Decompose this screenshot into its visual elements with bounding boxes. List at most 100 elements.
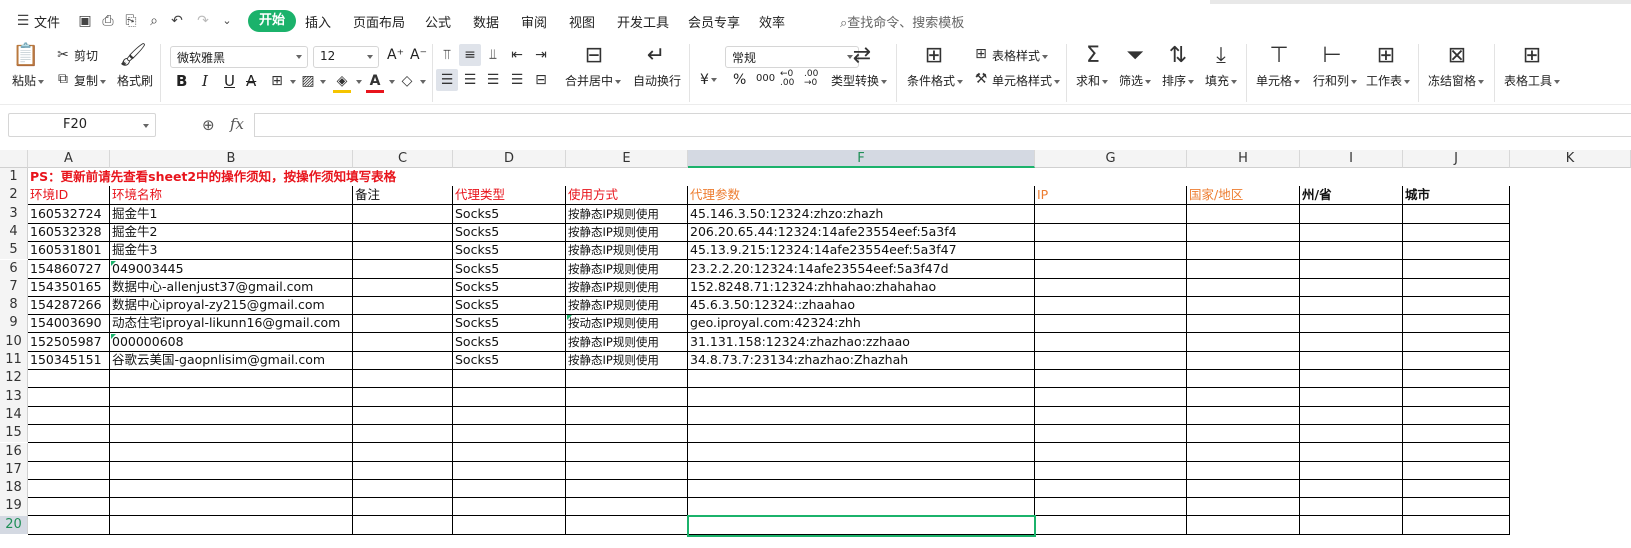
cell-e2[interactable]: 使用方式	[566, 186, 688, 206]
align-left-icon[interactable]: ☰	[438, 71, 456, 89]
cell-e17[interactable]	[566, 460, 688, 480]
cell-c14[interactable]	[353, 405, 453, 425]
sort-button[interactable]: 排序	[1162, 72, 1195, 89]
cell-g15[interactable]	[1035, 424, 1187, 444]
row-header-1[interactable]: 1	[0, 168, 28, 187]
file-menu[interactable]: 文件	[34, 12, 60, 31]
tab-developer[interactable]: 开发工具	[617, 12, 669, 31]
align-middle-icon[interactable]: ≡	[461, 46, 479, 64]
redo-icon[interactable]: ↷	[194, 12, 212, 30]
cell-g14[interactable]	[1035, 405, 1187, 425]
cell-a14[interactable]	[28, 405, 110, 425]
increase-decimal-icon[interactable]: ←0.00	[780, 70, 794, 88]
type-convert-button[interactable]: 类型转换	[831, 72, 888, 89]
conditional-format-button[interactable]: 条件格式	[907, 72, 964, 89]
cell-c6[interactable]	[353, 259, 453, 279]
cell-a17[interactable]	[28, 460, 110, 480]
cell-j8[interactable]	[1403, 296, 1510, 316]
cell-b15[interactable]	[110, 424, 353, 444]
cell-d10[interactable]: Socks5	[453, 332, 566, 352]
format-painter-icon[interactable]: 🖌	[119, 44, 147, 68]
cell-a9[interactable]: 154003690	[28, 314, 110, 334]
cell-f12[interactable]	[688, 369, 1035, 389]
tab-insert[interactable]: 插入	[305, 12, 331, 31]
align-top-icon[interactable]: ⫪	[438, 46, 456, 64]
cell-j18[interactable]	[1403, 479, 1510, 499]
cell-e5[interactable]: 按静态IP规则使用	[566, 241, 688, 261]
cell-b16[interactable]	[110, 442, 353, 462]
cell-e15[interactable]	[566, 424, 688, 444]
cell-b5[interactable]: 掘金牛3	[110, 241, 353, 261]
row-header-20[interactable]: 20	[0, 515, 28, 534]
row-header-8[interactable]: 8	[0, 296, 28, 315]
cell-b18[interactable]	[110, 479, 353, 499]
paste-icon[interactable]: 📋	[12, 44, 40, 68]
cell-c11[interactable]	[353, 351, 453, 370]
cell-f15[interactable]	[688, 424, 1035, 444]
cell-b11[interactable]: 谷歌云美国-gaopnlisim@gmail.com	[110, 351, 353, 370]
cell-c16[interactable]	[353, 442, 453, 462]
cell-g5[interactable]	[1035, 241, 1187, 261]
cell-h11[interactable]	[1187, 351, 1300, 370]
cell-j17[interactable]	[1403, 460, 1510, 480]
increase-indent-icon[interactable]: ⇥	[532, 46, 550, 64]
fill-color-icon[interactable]: ◈	[333, 72, 351, 93]
decrease-indent-icon[interactable]: ⇤	[508, 46, 526, 64]
cell-a2[interactable]: 环境ID	[28, 186, 110, 206]
cell-c13[interactable]	[353, 387, 453, 407]
column-header-d[interactable]: D	[453, 150, 566, 168]
cell-f20[interactable]	[688, 515, 1035, 535]
cell-d7[interactable]: Socks5	[453, 277, 566, 297]
cell-i14[interactable]	[1300, 405, 1403, 425]
cell-a15[interactable]	[28, 424, 110, 444]
paste-button[interactable]: 粘贴	[12, 72, 45, 89]
fill-button[interactable]: 填充	[1205, 72, 1238, 89]
cell-g19[interactable]	[1035, 497, 1187, 517]
align-bottom-icon[interactable]: ⫫	[484, 46, 502, 64]
cell-g11[interactable]	[1035, 351, 1187, 370]
filter-icon[interactable]: ⏷	[1121, 44, 1149, 68]
cell-f17[interactable]	[688, 460, 1035, 480]
cell-f7[interactable]: 152.8248.71:12324:zhhahao:zhahahao	[688, 277, 1035, 297]
cell-e11[interactable]: 按静态IP规则使用	[566, 351, 688, 370]
cell-i5[interactable]	[1300, 241, 1403, 261]
row-header-9[interactable]: 9	[0, 314, 28, 333]
fx-icon[interactable]: fx	[230, 115, 244, 133]
formula-input[interactable]	[254, 113, 1631, 137]
cell-i20[interactable]	[1300, 515, 1403, 535]
cell-j20[interactable]	[1403, 515, 1510, 535]
cell-f13[interactable]	[688, 387, 1035, 407]
cell-c4[interactable]	[353, 222, 453, 242]
cell-g4[interactable]	[1035, 222, 1187, 242]
row-header-10[interactable]: 10	[0, 332, 28, 351]
table-tools-icon[interactable]: ⊞	[1518, 44, 1546, 68]
row-header-17[interactable]: 17	[0, 460, 28, 480]
borders-icon[interactable]: ⊞	[268, 72, 286, 90]
print-icon[interactable]: ⎘	[122, 12, 140, 30]
cell-j10[interactable]	[1403, 332, 1510, 352]
font-color-icon[interactable]: A	[366, 72, 384, 93]
merge-center-button[interactable]: 合并居中	[565, 72, 622, 89]
shading-icon[interactable]: ▨	[299, 72, 317, 90]
undo-icon[interactable]: ↶	[168, 12, 186, 30]
cell-c3[interactable]	[353, 204, 453, 224]
cell-h5[interactable]	[1187, 241, 1300, 261]
cell-h13[interactable]	[1187, 387, 1300, 407]
font-size-select[interactable]: 12	[313, 46, 379, 68]
column-header-b[interactable]: B	[110, 150, 353, 168]
cell-h9[interactable]	[1187, 314, 1300, 334]
cell-button[interactable]: 单元格	[1256, 72, 1301, 89]
cell-j12[interactable]	[1403, 369, 1510, 389]
sort-icon[interactable]: ⇅	[1164, 44, 1192, 68]
name-box[interactable]: F20	[8, 113, 156, 137]
underline-button[interactable]: U	[224, 72, 235, 90]
cell-g10[interactable]	[1035, 332, 1187, 352]
cell-c18[interactable]	[353, 479, 453, 499]
wrap-text-icon[interactable]: ↵	[642, 44, 670, 68]
decrease-font-icon[interactable]: A⁻	[410, 47, 427, 63]
command-search[interactable]: ⌕查找命令、搜索模板	[840, 12, 964, 31]
cell-d4[interactable]: Socks5	[453, 222, 566, 242]
fill-icon[interactable]: ⤓	[1207, 44, 1235, 68]
cell-f10[interactable]: 31.131.158:12324:zhazhao:zzhaao	[688, 332, 1035, 352]
cell-a3[interactable]: 160532724	[28, 204, 110, 224]
